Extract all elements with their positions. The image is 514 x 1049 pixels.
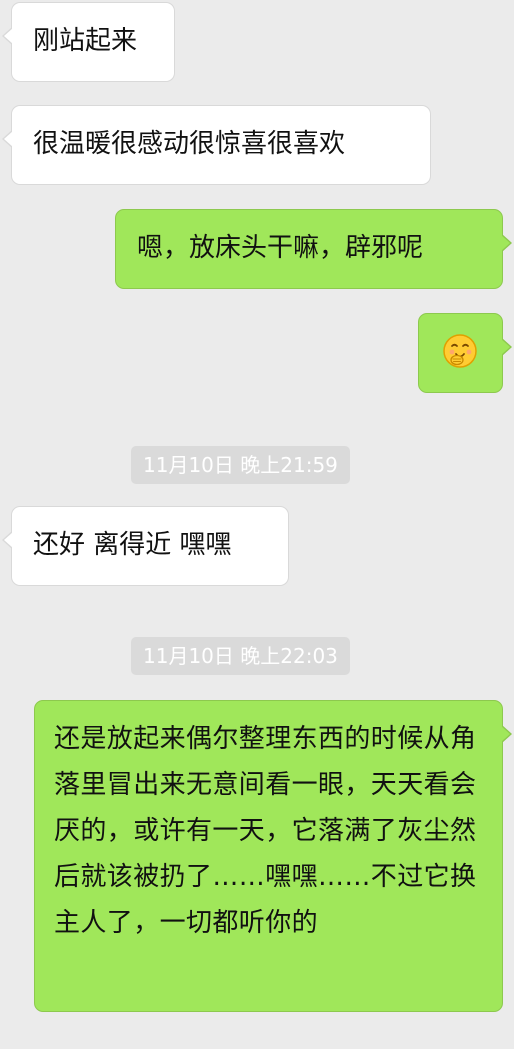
giggle-face-emoji-icon — [443, 334, 477, 368]
message-text: 还是放起来偶尔整理东西的时候从角落里冒出来无意间看一眼，天天看会厌的，或许有一天… — [54, 724, 477, 938]
message-bubble-outgoing[interactable]: 嗯，放床头干嘛，辟邪呢 — [115, 209, 512, 289]
message-text: 嗯，放床头干嘛，辟邪呢 — [137, 233, 424, 263]
message-bubble-incoming[interactable]: 还好 离得近 嘿嘿 — [2, 506, 289, 586]
message-bubble-incoming[interactable]: 刚站起来 — [2, 2, 175, 82]
message-bubble-outgoing[interactable] — [418, 313, 512, 393]
message-bubble-incoming[interactable]: 很温暖很感动很惊喜很喜欢 — [2, 105, 431, 185]
message-bubble-outgoing[interactable]: 还是放起来偶尔整理东西的时候从角落里冒出来无意间看一眼，天天看会厌的，或许有一天… — [34, 700, 512, 1012]
message-text: 还好 离得近 嘿嘿 — [33, 530, 232, 560]
message-text: 很温暖很感动很惊喜很喜欢 — [33, 129, 346, 159]
message-text: 刚站起来 — [33, 26, 138, 56]
timestamp: 11月10日 晚上21:59 — [131, 446, 350, 484]
timestamp: 11月10日 晚上22:03 — [131, 637, 350, 675]
